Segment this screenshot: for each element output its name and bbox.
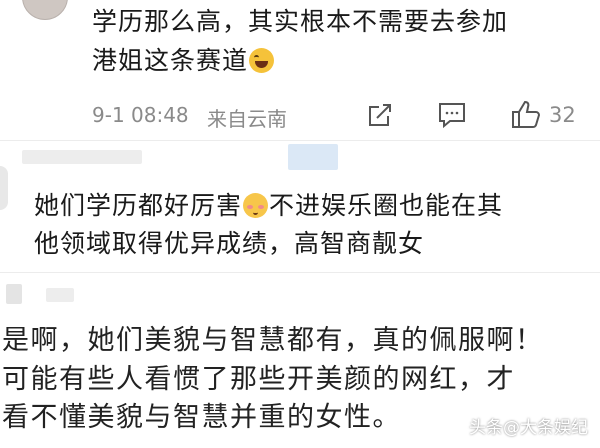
avatar[interactable] bbox=[22, 0, 68, 20]
shy-face-icon bbox=[243, 193, 269, 218]
comment-text-line: 他领域取得优异成绩，高智商靓女 bbox=[34, 229, 425, 258]
comment-text-line: 看不懂美貌与智慧并重的女性。 bbox=[2, 402, 401, 433]
comment-text-line: 是啊，她们美貌与智慧都有，真的佩服啊！ bbox=[2, 325, 544, 356]
comment-text-line: 学历那么高，其实根本不需要去参加 bbox=[92, 7, 509, 36]
blurred-username bbox=[46, 288, 74, 302]
comment-text-line: 港姐这条赛道 bbox=[92, 43, 275, 79]
comment-timestamp: 9-1 08:48 bbox=[92, 103, 189, 127]
comment-text-segment: 不进娱乐圈也能在其 bbox=[269, 191, 504, 220]
laughing-face-icon bbox=[249, 48, 275, 73]
divider bbox=[0, 272, 600, 273]
divider bbox=[0, 140, 600, 141]
reply-icon[interactable] bbox=[437, 101, 467, 129]
blurred-username bbox=[22, 150, 142, 164]
blurred-badge bbox=[288, 144, 338, 170]
like-thumb-icon[interactable] bbox=[510, 99, 542, 129]
avatar[interactable] bbox=[6, 284, 22, 304]
watermark-text: 头条@大条娱纪 bbox=[469, 418, 588, 438]
like-count: 32 bbox=[549, 103, 576, 127]
comment-text-segment: 她们学历都好厉害 bbox=[34, 191, 243, 220]
avatar[interactable] bbox=[0, 166, 8, 210]
comment-location: 来自云南 bbox=[207, 107, 287, 131]
comment-text-line: 可能有些人看惯了那些开美颜的网红，才 bbox=[2, 364, 515, 395]
comment-text-segment: 港姐这条赛道 bbox=[92, 46, 249, 75]
share-icon[interactable] bbox=[366, 101, 394, 129]
comment-text-line: 她们学历都好厉害 不进娱乐圈也能在其 bbox=[34, 188, 503, 224]
